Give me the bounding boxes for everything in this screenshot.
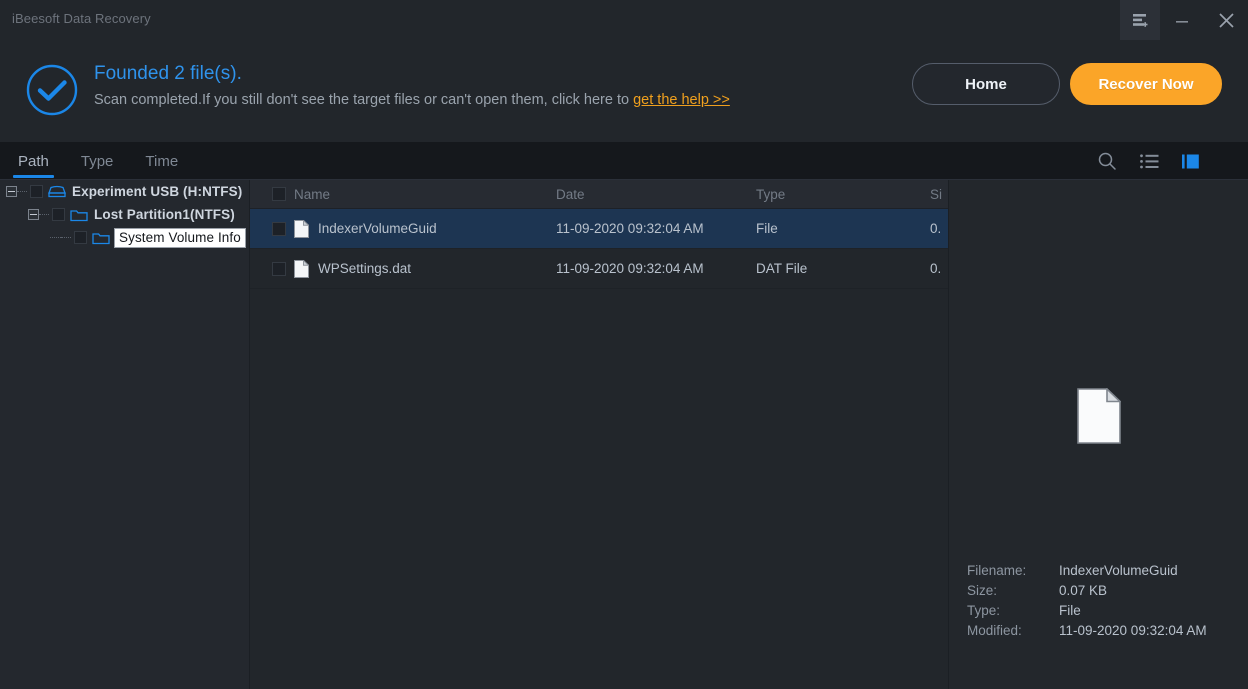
folder-icon (70, 208, 88, 222)
tree-connector (17, 191, 27, 192)
get-help-link[interactable]: get the help >> (633, 92, 730, 108)
metadata-row-type: Type: File (967, 601, 1237, 621)
recover-now-button[interactable]: Recover Now (1070, 63, 1222, 105)
row-checkbox[interactable] (272, 262, 286, 276)
tree-checkbox[interactable] (52, 208, 65, 221)
metadata-label: Filename: (967, 563, 1027, 578)
app-title: iBeesoft Data Recovery (12, 11, 151, 26)
tree-item-system-volume-info[interactable]: System Volume Info (0, 226, 249, 249)
view-tabs: Path Type Time (13, 142, 180, 180)
tab-time[interactable]: Time (143, 142, 180, 180)
tree-item-label-tooltip: System Volume Info (114, 227, 246, 248)
metadata-row-size: Size: 0.07 KB (967, 581, 1237, 601)
metadata-label: Modified: (967, 623, 1022, 638)
column-header-type[interactable]: Type (756, 187, 785, 202)
tree-item-label: Lost Partition1(NTFS) (94, 207, 235, 222)
file-list-header: Name Date Type Si (250, 180, 948, 209)
home-button[interactable]: Home (912, 63, 1060, 105)
view-tab-bar: Path Type Time (0, 142, 1248, 180)
list-toolbar (1096, 142, 1202, 180)
application-window: iBeesoft Data Recovery Founded 2 file(s)… (0, 0, 1248, 689)
table-row[interactable]: WPSettings.dat 11-09-2020 09:32:04 AM DA… (250, 249, 948, 289)
file-icon (1077, 387, 1122, 444)
preview-panel: Filename: IndexerVolumeGuid Size: 0.07 K… (948, 180, 1248, 689)
metadata-row-modified: Modified: 11-09-2020 09:32:04 AM (967, 621, 1237, 641)
tab-path[interactable]: Path (13, 142, 54, 180)
tree-item-lost-partition1[interactable]: Lost Partition1(NTFS) (0, 203, 249, 226)
tree-connector (61, 237, 71, 238)
tree-item-experiment-usb[interactable]: Experiment USB (H:NTFS) (0, 180, 249, 203)
list-view-icon[interactable] (1138, 150, 1160, 172)
cell-size: 0. (930, 261, 942, 276)
metadata-value: 11-09-2020 09:32:04 AM (1059, 623, 1207, 638)
metadata-row-filename: Filename: IndexerVolumeGuid (967, 561, 1237, 581)
cell-date: 11-09-2020 09:32:04 AM (556, 221, 704, 236)
file-list-panel: Name Date Type Si IndexerVolumeGuid 11-0… (250, 180, 948, 689)
tab-type[interactable]: Type (79, 142, 116, 180)
metadata-label: Type: (967, 603, 1001, 618)
column-header-date[interactable]: Date (556, 187, 585, 202)
file-metadata: Filename: IndexerVolumeGuid Size: 0.07 K… (967, 561, 1237, 641)
drive-icon (48, 185, 66, 199)
path-tree-panel[interactable]: Experiment USB (H:NTFS) Lost Partition1(… (0, 180, 250, 689)
tree-expander-icon[interactable] (28, 209, 39, 220)
folder-icon (92, 231, 110, 245)
title-bar: iBeesoft Data Recovery (0, 0, 1248, 40)
tree-checkbox[interactable] (74, 231, 87, 244)
cell-name: IndexerVolumeGuid (318, 221, 437, 236)
header-actions: Home Recover Now (912, 63, 1222, 105)
preview-pane-icon[interactable] (1180, 150, 1202, 172)
tree-connector (50, 237, 61, 238)
column-header-name[interactable]: Name (294, 187, 330, 202)
metadata-value: 0.07 KB (1059, 583, 1108, 598)
cell-name: WPSettings.dat (318, 261, 412, 276)
status-title: Founded 2 file(s). (94, 63, 242, 84)
table-row[interactable]: IndexerVolumeGuid 11-09-2020 09:32:04 AM… (250, 209, 948, 249)
metadata-label: Size: (967, 583, 998, 598)
cell-date: 11-09-2020 09:32:04 AM (556, 261, 704, 276)
row-checkbox[interactable] (272, 222, 286, 236)
column-header-size[interactable]: Si (930, 187, 942, 202)
metadata-value: File (1059, 603, 1081, 618)
status-subtitle-text: Scan completed.If you still don't see th… (94, 92, 634, 108)
check-circle-icon (26, 64, 78, 116)
cell-type: File (756, 221, 778, 236)
select-all-checkbox[interactable] (272, 187, 286, 201)
status-subtitle: Scan completed.If you still don't see th… (94, 89, 730, 111)
minimize-icon[interactable] (1160, 0, 1204, 40)
tree-checkbox[interactable] (30, 185, 43, 198)
cell-size: 0. (930, 221, 942, 236)
tree-item-label: Experiment USB (H:NTFS) (72, 184, 243, 199)
file-icon (294, 219, 310, 238)
file-icon (294, 259, 310, 278)
tree-connector (39, 214, 49, 215)
status-header: Founded 2 file(s). Scan completed.If you… (0, 40, 1248, 142)
close-icon[interactable] (1204, 0, 1248, 40)
status-text-block: Founded 2 file(s). Scan completed.If you… (94, 61, 730, 111)
metadata-value: IndexerVolumeGuid (1059, 563, 1178, 578)
cell-type: DAT File (756, 261, 808, 276)
search-icon[interactable] (1096, 150, 1118, 172)
window-controls (1120, 0, 1248, 40)
menu-icon[interactable] (1120, 0, 1160, 40)
scan-status: Founded 2 file(s). Scan completed.If you… (26, 62, 730, 116)
tree-expander-icon[interactable] (6, 186, 17, 197)
